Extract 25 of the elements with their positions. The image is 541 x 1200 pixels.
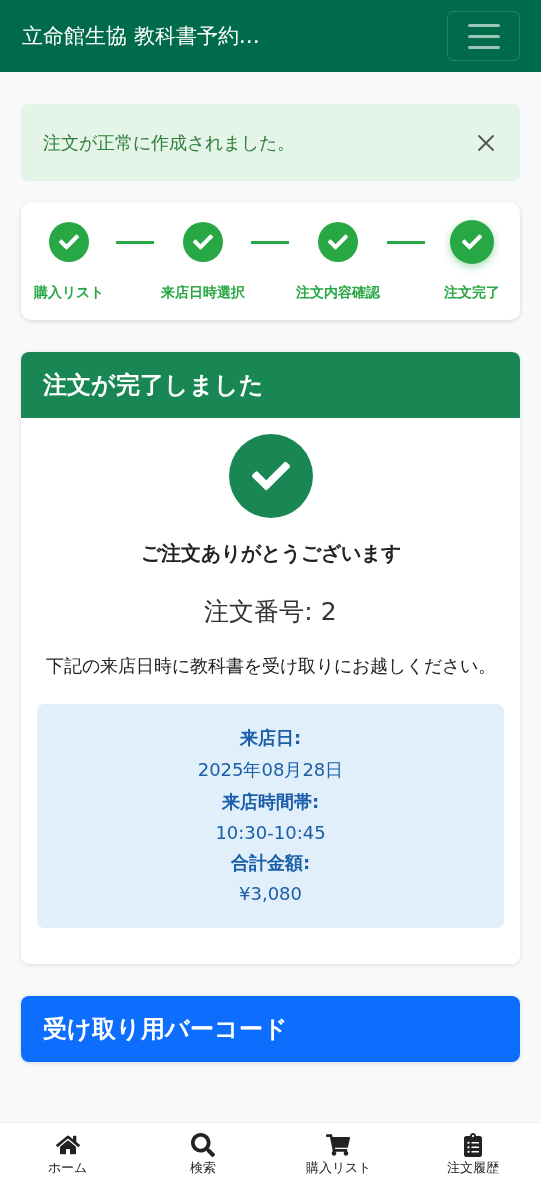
search-icon	[190, 1133, 215, 1157]
step-label: 購入リスト	[34, 284, 104, 302]
nav-item[interactable]: 購入リスト	[270, 1123, 406, 1200]
step-label: 来店日時選択	[160, 284, 245, 302]
nav-item[interactable]: ホーム	[0, 1123, 136, 1200]
instruction-text: 下記の来店日時に教科書を受け取りにお越しください。	[45, 654, 496, 678]
card-title: 注文が完了しました	[21, 352, 520, 418]
thanks-message: ご注文ありがとうございます	[140, 540, 401, 567]
nav-item[interactable]: 注文履歴	[405, 1123, 541, 1200]
nav-item[interactable]: 検索	[135, 1123, 271, 1200]
home-icon	[55, 1133, 80, 1157]
app-title: 立命館生協 教科書予約…	[22, 23, 260, 50]
step-label: 注文完了	[443, 284, 500, 302]
step-label: 注文内容確認	[296, 284, 381, 302]
card-title: 受け取り用バーコード	[21, 995, 520, 1062]
info-value: 10:30-10:45	[215, 821, 326, 843]
menu-button[interactable]	[447, 11, 520, 61]
alert-message: 注文が正常に作成されました。	[43, 130, 295, 155]
info-value: 2025年08月28日	[197, 757, 344, 782]
info-label: 来店時間帯:	[221, 789, 320, 814]
info-value: ¥3,080	[239, 882, 302, 904]
info-label: 来店日:	[239, 725, 302, 750]
cart-icon	[326, 1133, 351, 1157]
info-label: 合計金額:	[230, 850, 311, 875]
order-number: 注文番号: 2	[204, 596, 337, 628]
